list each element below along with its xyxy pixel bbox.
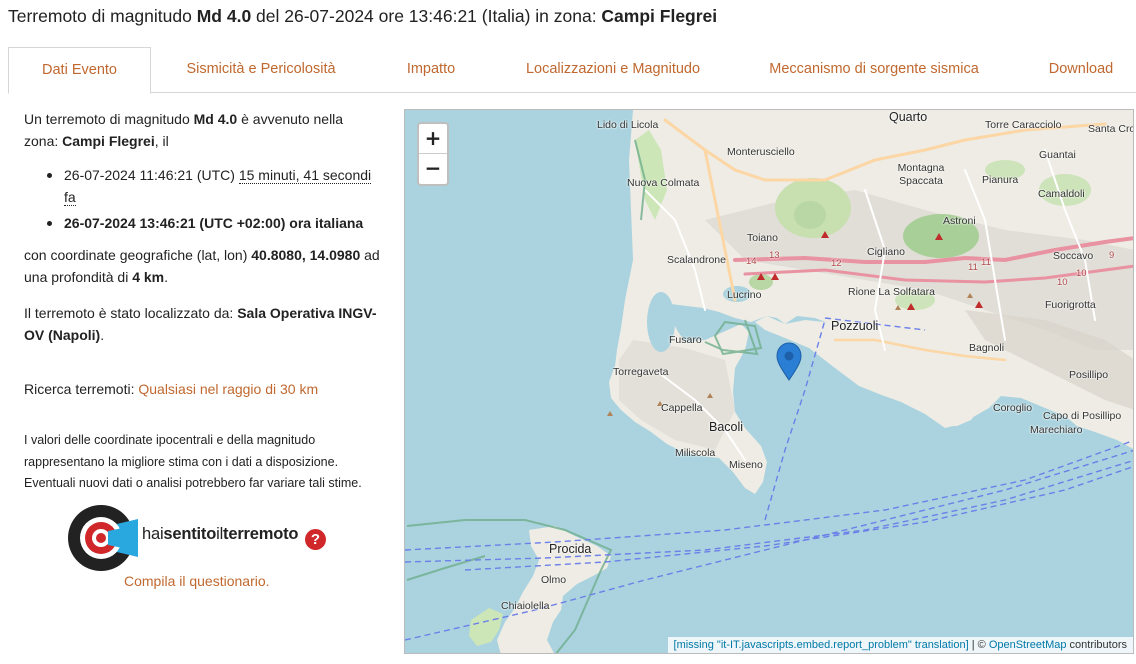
map-label: Miseno — [729, 459, 763, 471]
intro-zone: Campi Flegrei — [62, 133, 155, 149]
bullet-icon — [47, 173, 52, 178]
map-label: Procida — [549, 542, 592, 556]
map-label: Miliscola — [675, 447, 716, 459]
title-magnitude: Md 4.0 — [196, 6, 252, 26]
map-label: Bagnoli — [969, 342, 1005, 354]
road-number: 11 — [968, 262, 978, 273]
map-label: Coroglio — [993, 402, 1033, 414]
map-label: Capo di Posillipo — [1043, 410, 1122, 422]
map-label: Marechiaro — [1030, 424, 1083, 436]
map-label: Cappella — [661, 402, 703, 414]
tab-sismicita[interactable]: Sismicità e Pericolosità — [151, 47, 371, 93]
report-problem-link[interactable]: [missing "it-IT.javascripts.embed.report… — [674, 639, 969, 651]
map-label: Soccavo — [1053, 250, 1094, 262]
road-number: 14 — [746, 256, 757, 267]
event-coords: con coordinate geografiche (lat, lon) 40… — [24, 244, 380, 288]
tab-meccanismo[interactable]: Meccanismo di sorgente sismica — [735, 47, 1013, 93]
time-list: 26-07-2024 11:46:21 (UTC) 15 minuti, 41 … — [24, 164, 380, 234]
map-attribution: [missing "it-IT.javascripts.embed.report… — [667, 637, 1133, 653]
map-label: Fuorigrotta — [1045, 299, 1096, 311]
tab-localizzazioni[interactable]: Localizzazioni e Magnitudo — [491, 47, 735, 93]
event-intro: Un terremoto di magnitudo Md 4.0 è avven… — [24, 108, 374, 152]
map-label: Pianura — [982, 174, 1019, 186]
coords-value: 40.8080, 14.0980 — [251, 247, 361, 263]
wordmark-terremoto: terremoto — [223, 525, 299, 543]
question-icon: ? — [305, 529, 326, 550]
intro-text-3: , il — [154, 133, 169, 149]
map-label: Rione La Solfatara — [848, 286, 935, 298]
road-number: 13 — [769, 250, 780, 261]
osm-link[interactable]: OpenStreetMap — [989, 639, 1067, 651]
attribution-end: contributors — [1066, 639, 1127, 651]
utc-time: 26-07-2024 11:46:21 (UTC) — [64, 167, 239, 183]
tab-download[interactable]: Download — [1013, 47, 1136, 93]
tab-dati-evento[interactable]: Dati Evento — [8, 47, 151, 94]
located-text: Il terremoto è stato localizzato da: — [24, 305, 238, 321]
road-number: 9 — [1109, 250, 1115, 261]
map-label: Montagna Spaccata — [897, 162, 945, 187]
list-item-local: 26-07-2024 13:46:21 (UTC +02:00) ora ita… — [24, 212, 380, 234]
tab-bar: Dati Evento Sismicità e Pericolosità Imp… — [8, 47, 1136, 94]
wordmark-hai: hai — [142, 525, 164, 543]
map-tiles — [405, 110, 1133, 653]
road-number: 12 — [831, 258, 842, 269]
map-label: Cigliano — [867, 246, 905, 258]
wordmark-il: il — [216, 525, 224, 543]
attribution-sep: | © — [968, 639, 989, 651]
map-label: Torregaveta — [613, 366, 669, 378]
intro-text: Un terremoto di magnitudo — [24, 111, 194, 127]
search-label: Ricerca terremoti: — [24, 381, 139, 397]
local-time: 26-07-2024 13:46:21 (UTC +02:00) ora ita… — [64, 215, 364, 231]
haisentito-logo[interactable]: haisentitoilterremoto ? — [68, 505, 328, 571]
depth-value: 4 km — [132, 269, 165, 285]
map-label: Guantai — [1039, 149, 1076, 161]
map-label: Chiaiolella — [501, 600, 550, 612]
event-located-by: Il terremoto è stato localizzato da: Sal… — [24, 302, 380, 346]
tab-impatto[interactable]: Impatto — [371, 47, 491, 93]
map-label: Astroni — [943, 215, 976, 227]
map-label: Lido di Licola — [597, 119, 659, 131]
page-title: Terremoto di magnitudo Md 4.0 del 26-07-… — [8, 6, 717, 27]
event-map[interactable]: Quarto Lido di Licola Monterusciello Nuo… — [404, 109, 1134, 654]
zoom-in-button[interactable]: + — [419, 124, 447, 154]
zoom-control: + − — [417, 122, 449, 186]
map-label: Torre Caracciolo — [985, 119, 1062, 131]
epicenter-marker-icon[interactable] — [776, 342, 802, 381]
map-label: Santa Cro — [1088, 123, 1134, 135]
map-label: Bacoli — [709, 420, 744, 434]
wordmark-sentito: sentito — [163, 525, 217, 543]
map-label: Pozzuoli — [831, 319, 879, 333]
bullet-icon — [47, 221, 52, 226]
road-number: 11 — [981, 257, 991, 268]
intro-magnitude: Md 4.0 — [193, 111, 238, 127]
map-label: Olmo — [541, 574, 567, 586]
map-label: Nuova Colmata — [627, 177, 700, 189]
disclaimer: I valori delle coordinate ipocentrali e … — [24, 433, 362, 490]
road-number: 10 — [1057, 277, 1068, 288]
map-label: Fusaro — [669, 334, 702, 346]
road-number: 10 — [1076, 268, 1087, 279]
map-label: Quarto — [889, 110, 928, 124]
haisentito-wordmark: haisentitoilterremoto — [142, 525, 298, 544]
map-label: Camaldoli — [1038, 188, 1085, 200]
title-date: del 26-07-2024 ore 13:46:21 (Italia) in … — [251, 6, 602, 26]
depth-end: . — [164, 269, 169, 285]
questionnaire-link[interactable]: Compila il questionario. — [124, 573, 270, 589]
search-row: Ricerca terremoti: Qualsiasi nel raggio … — [24, 378, 380, 400]
located-end: . — [100, 327, 105, 343]
map-label: Posillipo — [1069, 369, 1109, 381]
map-label: Toiano — [747, 232, 778, 244]
map-label: Scalandrone — [667, 254, 726, 266]
haisentito-target-icon — [68, 505, 138, 571]
map-label: Monterusciello — [727, 146, 795, 158]
title-text: Terremoto di magnitudo — [8, 6, 197, 26]
coords-text: con coordinate geografiche (lat, lon) — [24, 247, 252, 263]
title-zone: Campi Flegrei — [601, 6, 718, 26]
list-item-utc: 26-07-2024 11:46:21 (UTC) 15 minuti, 41 … — [24, 164, 380, 208]
map-label: Lucrino — [727, 289, 762, 301]
zoom-out-button[interactable]: − — [419, 154, 447, 184]
search-radius-link[interactable]: Qualsiasi nel raggio di 30 km — [138, 381, 318, 397]
